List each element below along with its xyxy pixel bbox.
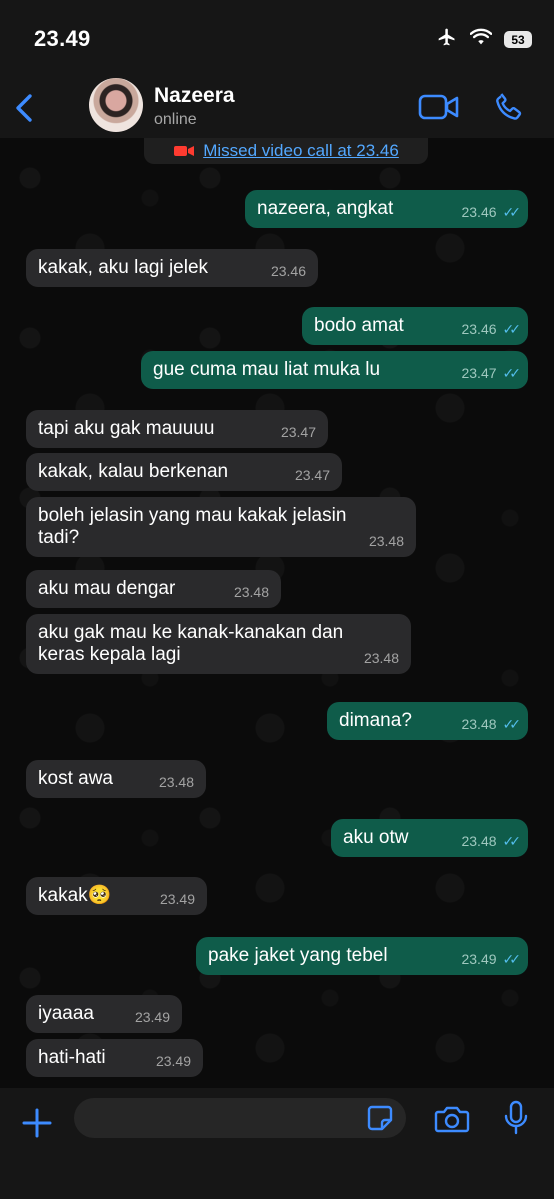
message-text: gue cuma mau liat muka lu (153, 359, 381, 380)
message-text: kakak, aku lagi jelek (38, 257, 209, 278)
message-text: kost awa (38, 768, 113, 789)
read-tick-icon: ✓✓ (502, 365, 522, 381)
message-text: aku gak mau ke kanak-kanakan dan keras k… (38, 622, 344, 665)
message-bubble-outgoing[interactable]: nazeera, angkat 23.46 ✓✓ (245, 190, 528, 228)
airplane-icon (436, 27, 458, 52)
missed-video-icon (174, 146, 195, 156)
back-icon (16, 94, 32, 122)
message-meta: 23.49 (156, 1050, 191, 1072)
message-bubble-incoming[interactable]: iyaaaa 23.49 (26, 995, 182, 1033)
message-bubble-outgoing[interactable]: bodo amat 23.46 ✓✓ (302, 307, 528, 345)
contact-name[interactable]: Nazeera (154, 84, 235, 108)
message-time: 23.48 (368, 533, 404, 549)
battery-icon: 53 (504, 31, 532, 48)
voice-call-button[interactable] (492, 90, 526, 124)
phone-icon (496, 93, 522, 120)
read-tick-icon: ✓✓ (502, 204, 522, 220)
message-time: 23.48 (363, 650, 399, 666)
message-text: iyaaaa (38, 1003, 94, 1024)
message-time: 23.47 (294, 467, 330, 483)
message-text: bodo amat (314, 315, 404, 336)
message-time: 23.46 (270, 263, 306, 279)
video-call-button[interactable] (418, 92, 460, 122)
message-meta: 23.46 ✓✓ (461, 201, 522, 223)
chat-header: Nazeera online (0, 78, 554, 138)
message-time: 23.49 (134, 1009, 170, 1025)
message-meta: 23.49 (135, 1006, 170, 1028)
message-time: 23.48 (461, 716, 497, 732)
message-meta: 23.48 (364, 647, 399, 669)
wifi-icon (469, 28, 493, 51)
plus-icon (22, 1108, 52, 1138)
message-text: kakak, kalau berkenan (38, 461, 229, 482)
message-time: 23.48 (158, 774, 194, 790)
message-bubble-outgoing[interactable]: dimana? 23.48 ✓✓ (327, 702, 528, 740)
message-bubble-outgoing[interactable]: pake jaket yang tebel 23.49 ✓✓ (196, 937, 528, 975)
contact-avatar[interactable] (89, 78, 143, 132)
video-call-icon (418, 94, 459, 120)
message-meta: 23.49 ✓✓ (461, 948, 522, 970)
message-bubble-outgoing[interactable]: gue cuma mau liat muka lu 23.47 ✓✓ (141, 351, 528, 389)
message-time: 23.48 (233, 584, 269, 600)
attach-button[interactable] (20, 1106, 54, 1140)
message-meta: 23.48 (159, 771, 194, 793)
message-bubble-incoming[interactable]: kost awa 23.48 (26, 760, 206, 798)
message-time: 23.46 (461, 204, 497, 220)
message-meta: 23.47 ✓✓ (461, 362, 522, 384)
message-composer (0, 1088, 554, 1199)
message-time: 23.46 (461, 321, 497, 337)
message-meta: 23.48 (234, 581, 269, 603)
message-bubble-incoming[interactable]: tapi aku gak mauuuu 23.47 (26, 410, 328, 448)
message-text: aku mau dengar (38, 578, 176, 599)
read-tick-icon: ✓✓ (502, 716, 522, 732)
message-meta: 23.46 (271, 260, 306, 282)
contact-status: online (154, 111, 197, 128)
message-time: 23.49 (159, 891, 195, 907)
message-text: nazeera, angkat (257, 198, 394, 219)
message-time: 23.47 (461, 365, 497, 381)
voice-note-button[interactable] (502, 1100, 530, 1136)
message-text: aku otw (343, 827, 409, 848)
status-bar: 23.49 53 (0, 0, 554, 78)
message-bubble-incoming[interactable]: kakak, kalau berkenan 23.47 (26, 453, 342, 491)
read-tick-icon: ✓✓ (502, 321, 522, 337)
mic-icon (504, 1100, 528, 1135)
message-bubble-incoming[interactable]: aku gak mau ke kanak-kanakan dan keras k… (26, 614, 411, 674)
message-time: 23.48 (461, 833, 497, 849)
message-text: hati-hati (38, 1047, 106, 1068)
read-tick-icon: ✓✓ (502, 951, 522, 967)
message-text: kakak🥺 (38, 885, 112, 906)
message-time: 23.47 (280, 424, 316, 440)
message-bubble-incoming[interactable]: kakak, aku lagi jelek 23.46 (26, 249, 318, 287)
missed-call-text[interactable]: Missed video call at 23.46 (203, 141, 399, 161)
message-time: 23.49 (461, 951, 497, 967)
message-bubble-incoming[interactable]: hati-hati 23.49 (26, 1039, 203, 1077)
camera-button[interactable] (434, 1104, 470, 1134)
missed-call-notice[interactable]: Missed video call at 23.46 (144, 138, 428, 164)
message-time: 23.49 (155, 1053, 191, 1069)
message-text: dimana? (339, 710, 412, 731)
message-meta: 23.49 (160, 888, 195, 910)
status-time: 23.49 (34, 26, 91, 51)
sticker-button[interactable] (366, 1104, 394, 1132)
message-meta: 23.47 (281, 421, 316, 443)
sticker-icon (367, 1105, 393, 1131)
status-icons: 53 (436, 27, 532, 52)
message-meta: 23.48 ✓✓ (461, 830, 522, 852)
message-bubble-incoming[interactable]: boleh jelasin yang mau kakak jelasin tad… (26, 497, 416, 557)
message-meta: 23.47 (295, 464, 330, 486)
read-tick-icon: ✓✓ (502, 833, 522, 849)
message-input[interactable] (74, 1098, 406, 1138)
message-text: tapi aku gak mauuuu (38, 418, 215, 439)
camera-icon (434, 1106, 470, 1133)
message-meta: 23.48 (369, 530, 404, 552)
message-meta: 23.46 ✓✓ (461, 318, 522, 340)
message-bubble-incoming[interactable]: kakak🥺 23.49 (26, 877, 207, 915)
message-bubble-outgoing[interactable]: aku otw 23.48 ✓✓ (331, 819, 528, 857)
message-meta: 23.48 ✓✓ (461, 713, 522, 735)
message-bubble-incoming[interactable]: aku mau dengar 23.48 (26, 570, 281, 608)
message-text: boleh jelasin yang mau kakak jelasin tad… (38, 505, 347, 548)
message-text: pake jaket yang tebel (208, 945, 388, 966)
back-button[interactable] (10, 88, 40, 128)
